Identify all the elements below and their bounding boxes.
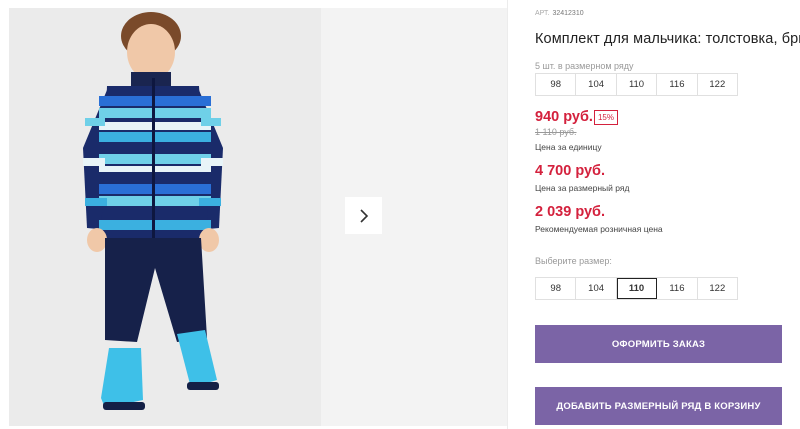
product-gallery (0, 0, 507, 429)
unit-price: 940 руб. (535, 109, 593, 125)
size-option[interactable]: 98 (536, 278, 577, 299)
size-option[interactable]: 104 (576, 278, 617, 299)
pack-price-caption: Цена за размерный ряд (535, 183, 630, 193)
retail-price: 2 039 руб. (535, 204, 606, 220)
size-option[interactable]: 122 (698, 278, 737, 299)
pack-size: 116 (657, 74, 698, 95)
pack-size-row: 98 104 110 116 122 (535, 73, 738, 96)
pack-price: 4 700 руб. (535, 163, 606, 179)
unit-price-caption: Цена за единицу (535, 142, 602, 152)
add-to-cart-button[interactable]: ДОБАВИТЬ РАЗМЕРНЫЙ РЯД В КОРЗИНУ (535, 387, 782, 425)
gallery-next-button[interactable] (345, 197, 382, 234)
sku-label: АРТ. (535, 10, 550, 17)
pack-size: 98 (536, 74, 577, 95)
pack-size: 110 (617, 74, 658, 95)
sku-value: 32412310 (552, 10, 584, 17)
boy-photo-illustration (83, 12, 223, 410)
pack-hint: 5 шт. в размерном ряду (535, 61, 634, 71)
product-info: АРТ. 32412310 Комплект для мальчика: толс… (535, 0, 800, 429)
size-select-hint: Выберите размер: (535, 256, 612, 266)
pack-size: 104 (576, 74, 617, 95)
pack-size: 122 (709, 79, 726, 90)
sku: АРТ. 32412310 (535, 10, 584, 17)
size-selector: 98 104 110 116 122 (535, 277, 738, 300)
product-photo[interactable] (9, 8, 321, 426)
product-title: Комплект для мальчика: толстовка, брюки (535, 31, 800, 47)
order-button[interactable]: ОФОРМИТЬ ЗАКАЗ (535, 325, 782, 363)
size-option-selected[interactable]: 110 (616, 278, 658, 299)
discount-badge: 15% (594, 110, 618, 125)
size-option[interactable]: 116 (657, 278, 698, 299)
chevron-right-icon (359, 208, 368, 223)
column-divider (507, 0, 508, 429)
retail-price-caption: Рекомендуемая розничная цена (535, 224, 663, 234)
old-price: 1 110 руб. (535, 127, 577, 137)
